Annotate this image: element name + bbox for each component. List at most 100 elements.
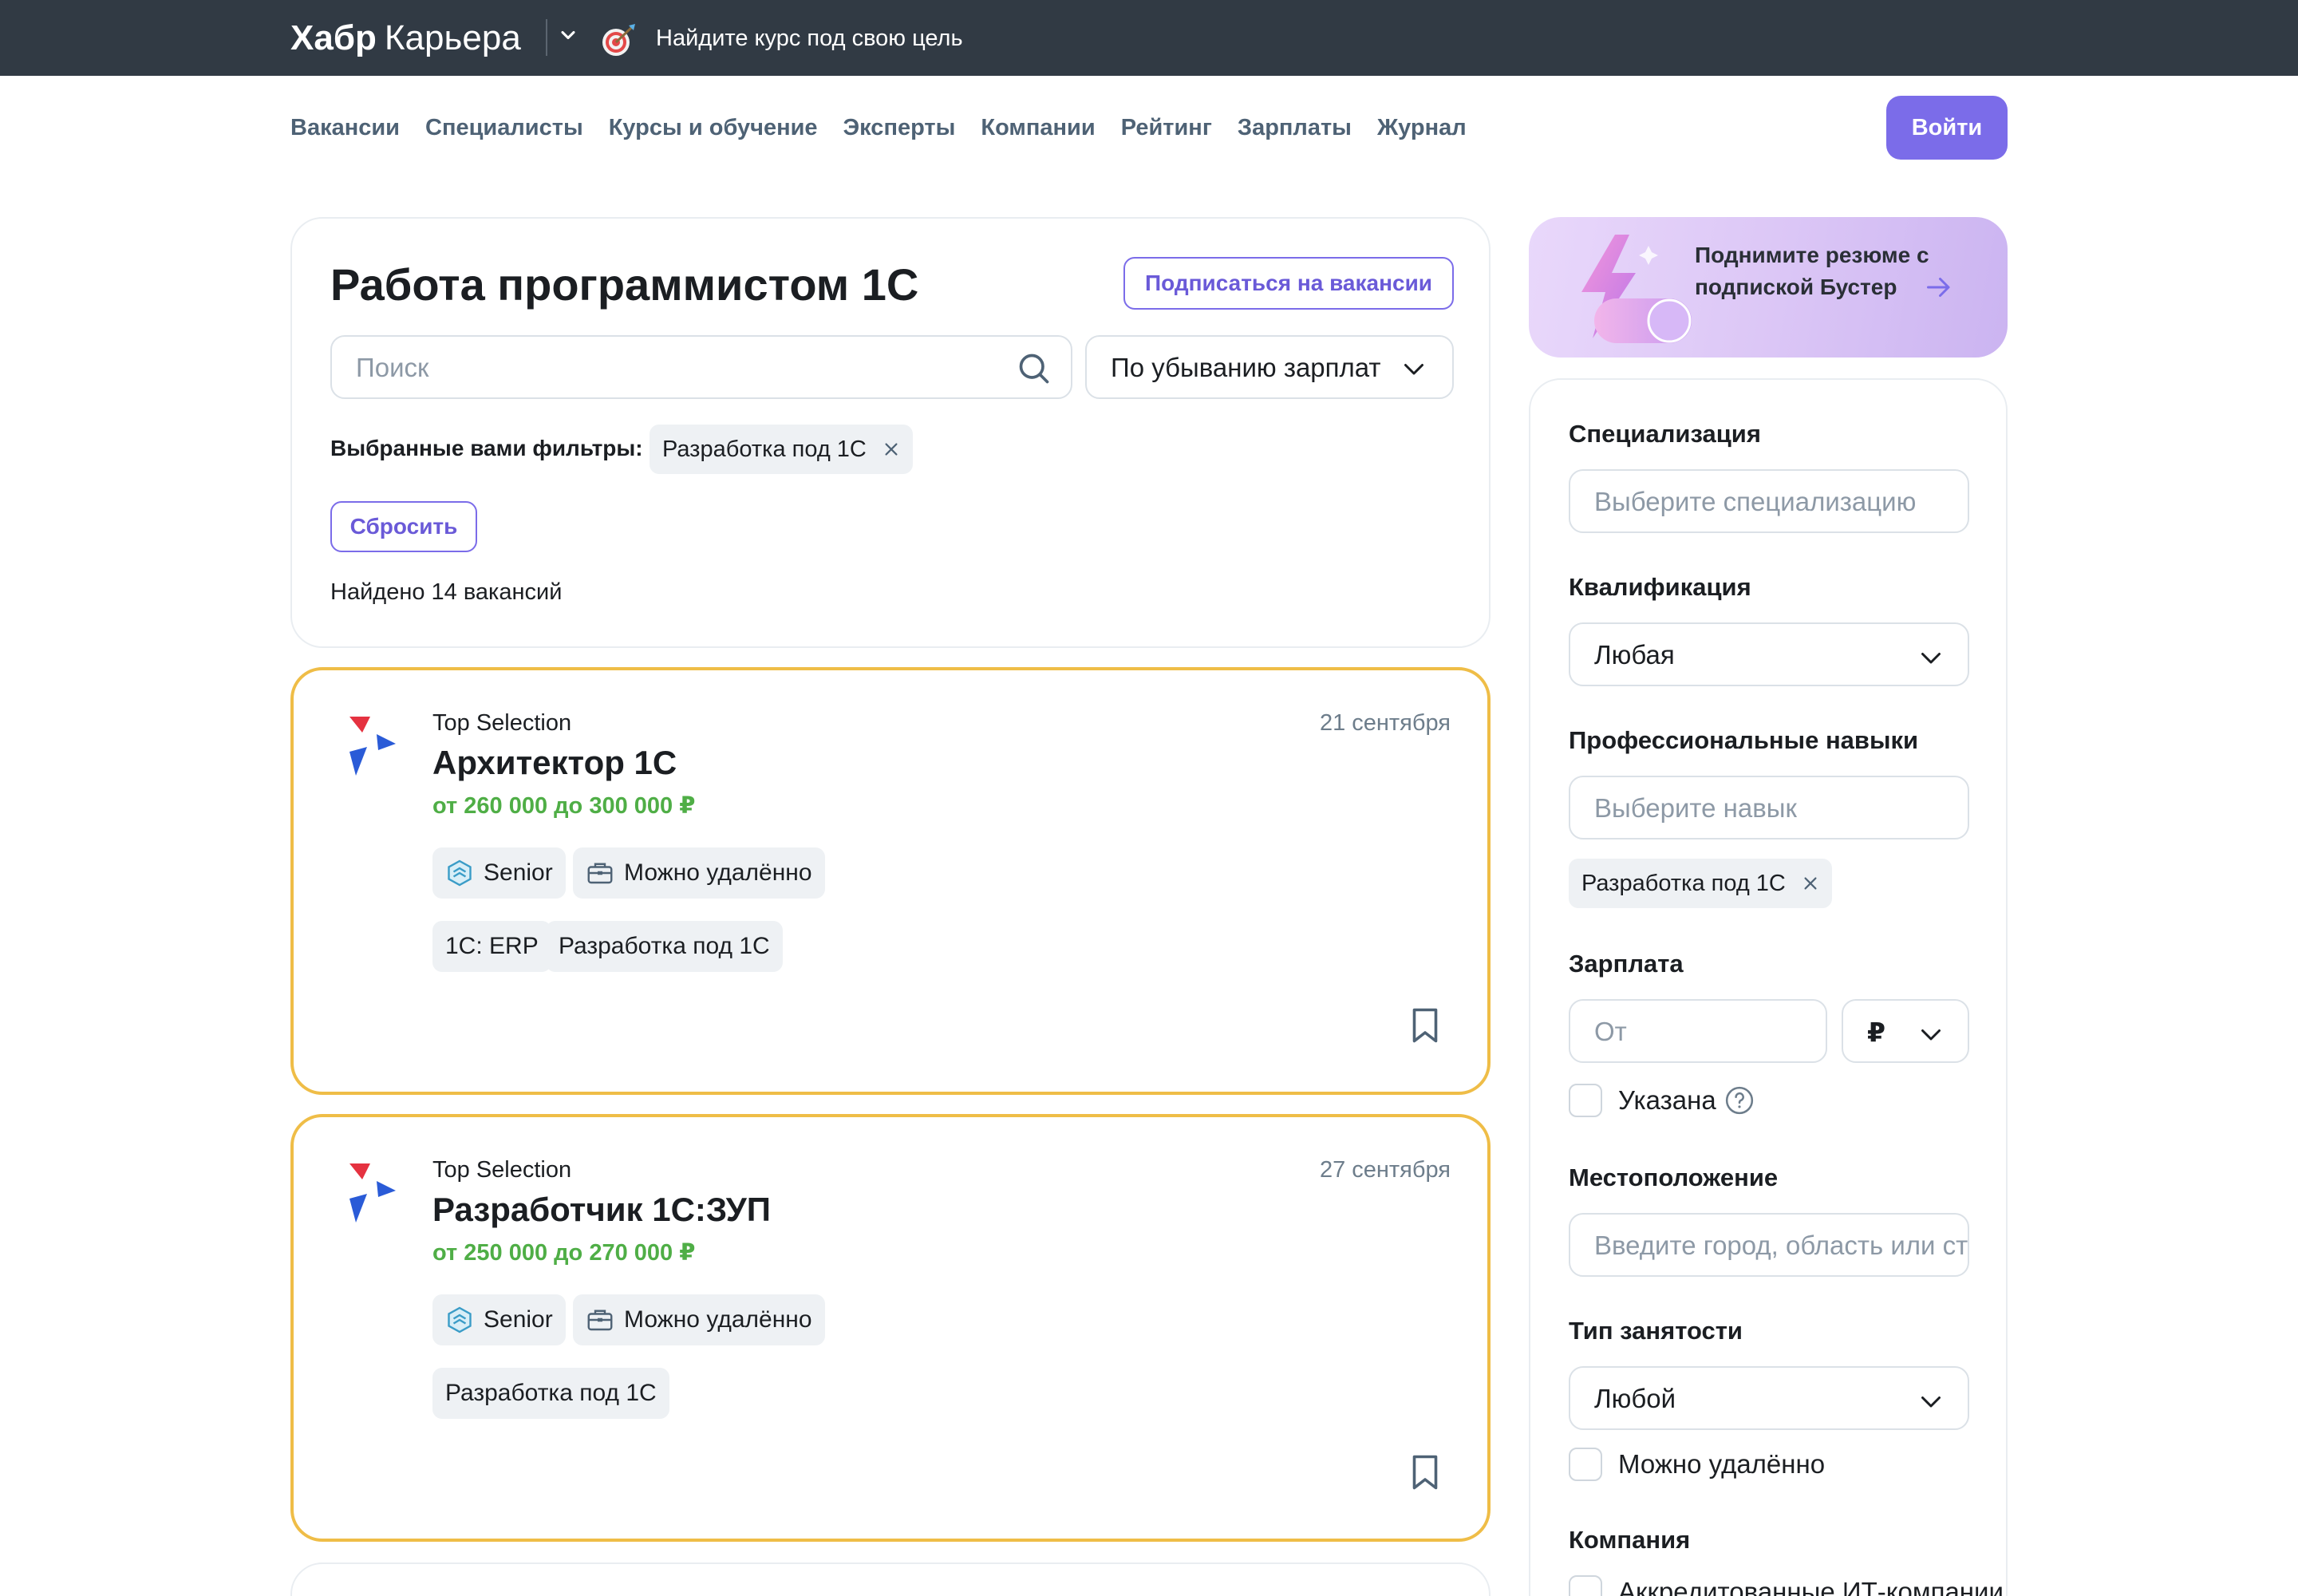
bookmark-icon[interactable] (1411, 1007, 1439, 1044)
chevron-down-icon (1921, 1396, 1941, 1408)
level-tag: Senior (432, 1294, 566, 1345)
skills-placeholder: Выберите навык (1594, 793, 1797, 823)
skills-label: Профессиональные навыки (1569, 726, 1919, 754)
chevron-down-icon[interactable] (557, 24, 579, 46)
salary: от 250 000 до 270 000 ₽ (432, 1240, 696, 1266)
page-title: Работа программистом 1С (330, 259, 919, 310)
company-logo (349, 1163, 396, 1223)
help-icon[interactable] (1724, 1085, 1755, 1116)
nav-item-vacancies[interactable]: Вакансии (290, 113, 400, 142)
skill-tag[interactable]: Разработка под 1С (432, 1368, 669, 1419)
accredited-checkbox[interactable] (1569, 1575, 1602, 1596)
search-icon[interactable] (1017, 351, 1052, 386)
nav-item-journal[interactable]: Журнал (1377, 113, 1467, 142)
remote-label: Можно удалённо (624, 859, 812, 886)
briefcase-icon (587, 863, 613, 884)
specialization-placeholder: Выберите специализацию (1594, 487, 1917, 516)
publish-date: 27 сентября (1319, 1157, 1451, 1183)
company-name[interactable]: Top Selection (432, 1157, 571, 1183)
logo-divider (546, 19, 547, 56)
top-bar: Хабр Карьера Найдите курс под свою цель (0, 0, 2298, 76)
arrow-right-icon (1927, 278, 1950, 297)
nav-item-rating[interactable]: Рейтинг (1121, 113, 1212, 142)
close-icon[interactable] (882, 440, 900, 458)
remote-label: Можно удалённо (1618, 1449, 1826, 1479)
specialization-label: Специализация (1569, 420, 1761, 448)
specialization-input[interactable]: Выберите специализацию (1569, 469, 1969, 533)
remote-row: Можно удалённо (1569, 1448, 1825, 1481)
senior-level-icon (448, 859, 472, 887)
skill-filter-chip: Разработка под 1С (1569, 859, 1832, 908)
subscribe-button[interactable]: Подписаться на вакансии (1123, 257, 1454, 310)
company-logo (349, 717, 396, 776)
chevron-down-icon (1921, 1029, 1941, 1041)
skills-input[interactable]: Выберите навык (1569, 776, 1969, 839)
job-card[interactable]: Top Selection 21 сентября Архитектор 1С … (290, 667, 1491, 1095)
job-card[interactable] (290, 1562, 1491, 1596)
chevron-down-icon (1404, 364, 1423, 375)
publish-date: 21 сентября (1319, 710, 1451, 736)
employment-label: Тип занятости (1569, 1317, 1743, 1345)
currency-value: ₽ (1867, 1017, 1885, 1047)
location-input[interactable]: Введите город, область или страну (1569, 1213, 1969, 1277)
logo-rest: Карьера (384, 18, 521, 57)
results-count: Найдено 14 вакансий (330, 579, 563, 605)
currency-select[interactable]: ₽ (1842, 999, 1969, 1063)
nav-item-courses[interactable]: Курсы и обучение (609, 113, 818, 142)
salary-label: Зарплата (1569, 950, 1684, 978)
active-filter-label: Разработка под 1С (662, 436, 867, 462)
remote-label: Можно удалённо (624, 1306, 812, 1333)
employment-select[interactable]: Любой (1569, 1366, 1969, 1430)
location-placeholder: Введите город, область или страну (1594, 1231, 1968, 1260)
salary-specified-checkbox[interactable] (1569, 1084, 1602, 1117)
skill-tag[interactable]: Разработка под 1С (546, 921, 783, 972)
chevron-down-icon (1921, 653, 1941, 664)
main-nav: Вакансии Специалисты Курсы и обучение Эк… (290, 113, 1492, 142)
job-card[interactable]: Top Selection 27 сентября Разработчик 1С… (290, 1114, 1491, 1542)
qualification-label: Квалификация (1569, 573, 1751, 601)
remote-tag: Можно удалённо (573, 847, 825, 899)
login-button[interactable]: Войти (1886, 96, 2008, 160)
skill-filter-label: Разработка под 1С (1581, 870, 1786, 896)
booster-banner[interactable]: Поднимите резюме с подпиской Бустер (1529, 217, 2008, 358)
nav-item-salaries[interactable]: Зарплаты (1238, 113, 1352, 142)
skill-tag[interactable]: 1С: ERP (432, 921, 551, 972)
course-promo-link[interactable]: Найдите курс под свою цель (656, 24, 963, 53)
nav-item-experts[interactable]: Эксперты (843, 113, 956, 142)
sort-select[interactable]: По убыванию зарплаты (1085, 335, 1454, 399)
location-label: Местоположение (1569, 1163, 1779, 1191)
accredited-label: Аккредитованные ИТ-компании (1618, 1577, 2004, 1596)
remote-checkbox[interactable] (1569, 1448, 1602, 1481)
filters-panel: Специализация Выберите специализацию Ква… (1529, 378, 2008, 1596)
salary-specified-row: Указана (1569, 1084, 1755, 1117)
logo-bold: Хабр (290, 18, 377, 57)
job-title[interactable]: Архитектор 1С (432, 744, 677, 782)
nav-item-companies[interactable]: Компании (981, 113, 1095, 142)
bookmark-icon[interactable] (1411, 1454, 1439, 1491)
level-label: Senior (484, 1306, 553, 1333)
nav-item-specialists[interactable]: Специалисты (425, 113, 583, 142)
salary-placeholder: От (1594, 1017, 1627, 1046)
habr-career-logo[interactable]: Хабр Карьера (290, 14, 521, 62)
sort-value: По убыванию зарплаты (1111, 353, 1382, 382)
company-label: Компания (1569, 1526, 1691, 1554)
target-icon (602, 24, 635, 56)
level-tag: Senior (432, 847, 566, 899)
qualification-value: Любая (1594, 640, 1675, 670)
accredited-row: Аккредитованные ИТ-компании (1569, 1575, 2004, 1596)
employment-value: Любой (1594, 1384, 1676, 1413)
company-name[interactable]: Top Selection (432, 710, 571, 737)
close-icon[interactable] (1802, 875, 1819, 892)
active-filter-chip: Разработка под 1С (650, 425, 913, 474)
salary-specified-label: Указана (1618, 1085, 1716, 1115)
reset-button[interactable]: Сбросить (330, 501, 477, 552)
briefcase-icon (587, 1310, 613, 1331)
salary-from-input[interactable]: От (1569, 999, 1827, 1063)
search-input[interactable]: Поиск (330, 335, 1072, 399)
qualification-select[interactable]: Любая (1569, 622, 1969, 686)
salary: от 260 000 до 300 000 ₽ (432, 793, 696, 819)
selected-filters-label: Выбранные вами фильтры: (330, 436, 643, 460)
search-placeholder: Поиск (356, 353, 429, 382)
lightning-bolt-icon (1581, 235, 1692, 343)
job-title[interactable]: Разработчик 1С:ЗУП (432, 1191, 771, 1229)
